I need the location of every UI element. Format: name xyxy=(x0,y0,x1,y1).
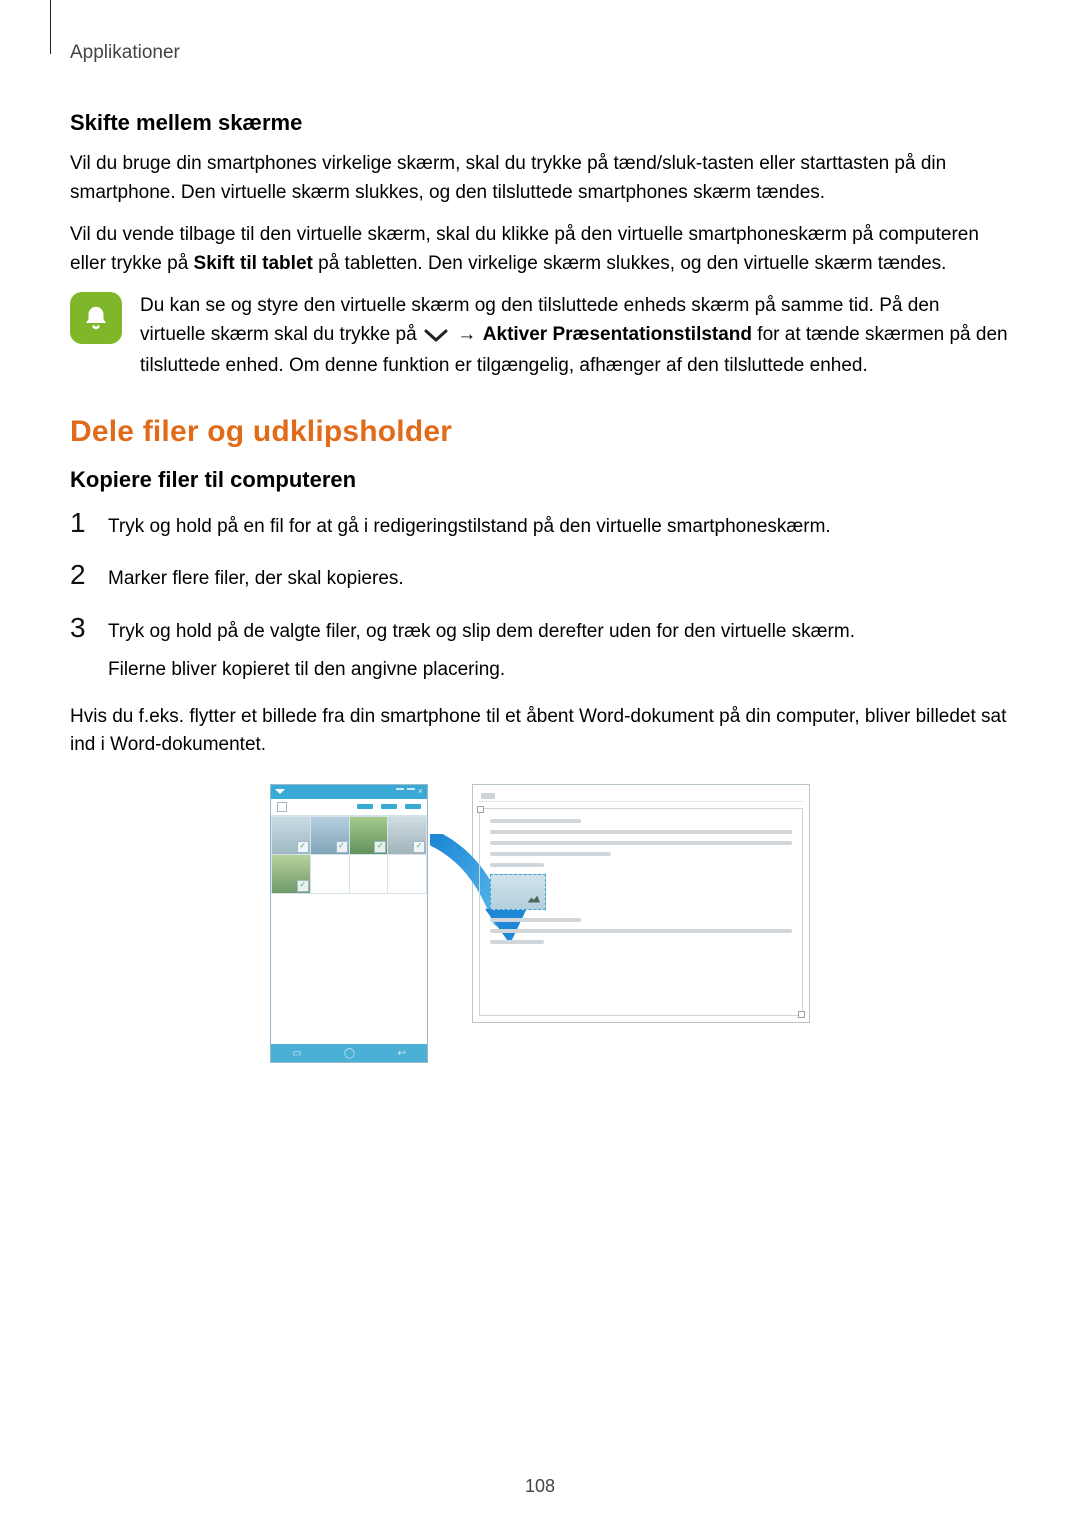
text-line-placeholder xyxy=(490,929,792,933)
phone-toolbar xyxy=(271,799,427,816)
text-line-placeholder xyxy=(490,819,581,823)
doc-tab-icon xyxy=(481,793,495,799)
text: Du kan se og styre den virtuelle skærm o… xyxy=(140,295,874,316)
check-icon: ✓ xyxy=(336,841,348,853)
check-icon: ✓ xyxy=(297,880,309,892)
section-heading-share-files: Dele filer og udklipsholder xyxy=(70,415,1010,449)
toolbar-pill xyxy=(405,804,421,809)
step-number: 1 xyxy=(70,507,94,537)
arrow-right-text: → xyxy=(455,324,478,345)
toolbar-pill xyxy=(357,804,373,809)
note-text: Du kan se og styre den virtuelle skærm o… xyxy=(140,292,1010,381)
gallery-thumb: ✓ xyxy=(311,817,349,855)
step-text: Marker flere filer, der skal kopieres. xyxy=(108,559,404,594)
document-window xyxy=(472,784,810,1023)
gallery-thumb-empty xyxy=(350,855,388,893)
figure-drag-drop: × ✓ ✓ ✓ ✓ ✓ ▭ xyxy=(270,784,810,1064)
recent-apps-icon: ▭ xyxy=(292,1048,301,1059)
step-3: 3 Tryk og hold på de valgte filer, og tr… xyxy=(70,612,1010,685)
phone-navbar: ▭ ◯ ↩ xyxy=(271,1044,427,1062)
step-subtext: Filerne bliver kopieret til den angivne … xyxy=(108,656,855,685)
document-body xyxy=(479,808,803,1016)
text-line-placeholder xyxy=(490,852,611,856)
bold-text: Skift til tablet xyxy=(194,253,313,274)
breadcrumb-header: Applikationer xyxy=(70,42,1010,64)
step-1: 1 Tryk og hold på en fil for at gå i red… xyxy=(70,507,1010,542)
window-buttons: × xyxy=(396,787,423,796)
document-tabbar xyxy=(479,791,803,802)
back-icon: ↩ xyxy=(397,1048,405,1059)
note-block: Du kan se og styre den virtuelle skærm o… xyxy=(70,292,1010,381)
subheading-copy-files: Kopiere filer til computeren xyxy=(70,467,1010,493)
text-line-placeholder xyxy=(490,830,792,834)
resize-handle-icon xyxy=(477,806,484,813)
check-icon: ✓ xyxy=(374,841,386,853)
check-icon: ✓ xyxy=(413,841,425,853)
gallery-thumb-empty xyxy=(388,855,426,893)
gallery-thumb: ✓ xyxy=(350,817,388,855)
phone-titlebar: × xyxy=(271,785,427,799)
select-all-checkbox-icon xyxy=(277,802,287,812)
toolbar-pill xyxy=(381,804,397,809)
step-text: Tryk og hold på de valgte filer, og træk… xyxy=(108,612,855,647)
step-2: 2 Marker flere filer, der skal kopieres. xyxy=(70,559,1010,594)
page: Applikationer Skifte mellem skærme Vil d… xyxy=(0,0,1080,1527)
check-icon: ✓ xyxy=(297,841,309,853)
header-rule xyxy=(50,0,51,54)
paragraph: Vil du bruge din smartphones virkelige s… xyxy=(70,150,1010,207)
paragraph: Vil du vende tilbage til den virtuelle s… xyxy=(70,221,1010,278)
maximize-icon xyxy=(407,788,415,790)
close-icon: × xyxy=(418,787,423,796)
text-line-placeholder xyxy=(490,863,544,867)
step-text: Tryk og hold på en fil for at gå i redig… xyxy=(108,507,831,542)
virtual-phone-window: × ✓ ✓ ✓ ✓ ✓ ▭ xyxy=(270,784,428,1064)
text: på tabletten. Den virkelige skærm slukke… xyxy=(313,253,947,274)
text-line-placeholder xyxy=(490,940,544,944)
step-number: 3 xyxy=(70,612,94,642)
text-line-placeholder xyxy=(490,841,792,845)
gallery-grid: ✓ ✓ ✓ ✓ ✓ xyxy=(271,816,427,895)
text-line-placeholder xyxy=(490,918,581,922)
gallery-thumb-empty xyxy=(311,855,349,893)
minimize-icon xyxy=(396,788,404,790)
bold-text: Aktiver Præsentationstilstand xyxy=(478,324,752,345)
resize-handle-icon xyxy=(798,1011,805,1018)
gallery-thumb: ✓ xyxy=(272,855,310,893)
gallery-thumb: ✓ xyxy=(272,817,310,855)
bell-icon xyxy=(70,292,122,344)
gallery-thumb: ✓ xyxy=(388,817,426,855)
subheading-switch-screens: Skifte mellem skærme xyxy=(70,110,1010,136)
paragraph: Hvis du f.eks. flytter et billede fra di… xyxy=(70,703,1010,760)
home-icon: ◯ xyxy=(344,1048,355,1059)
step-number: 2 xyxy=(70,559,94,589)
phone-blank-area xyxy=(271,894,427,1044)
dropped-image-placeholder xyxy=(490,874,546,910)
chevron-down-icon xyxy=(424,324,448,353)
page-number: 108 xyxy=(0,1476,1080,1497)
chevron-down-icon xyxy=(275,789,285,794)
